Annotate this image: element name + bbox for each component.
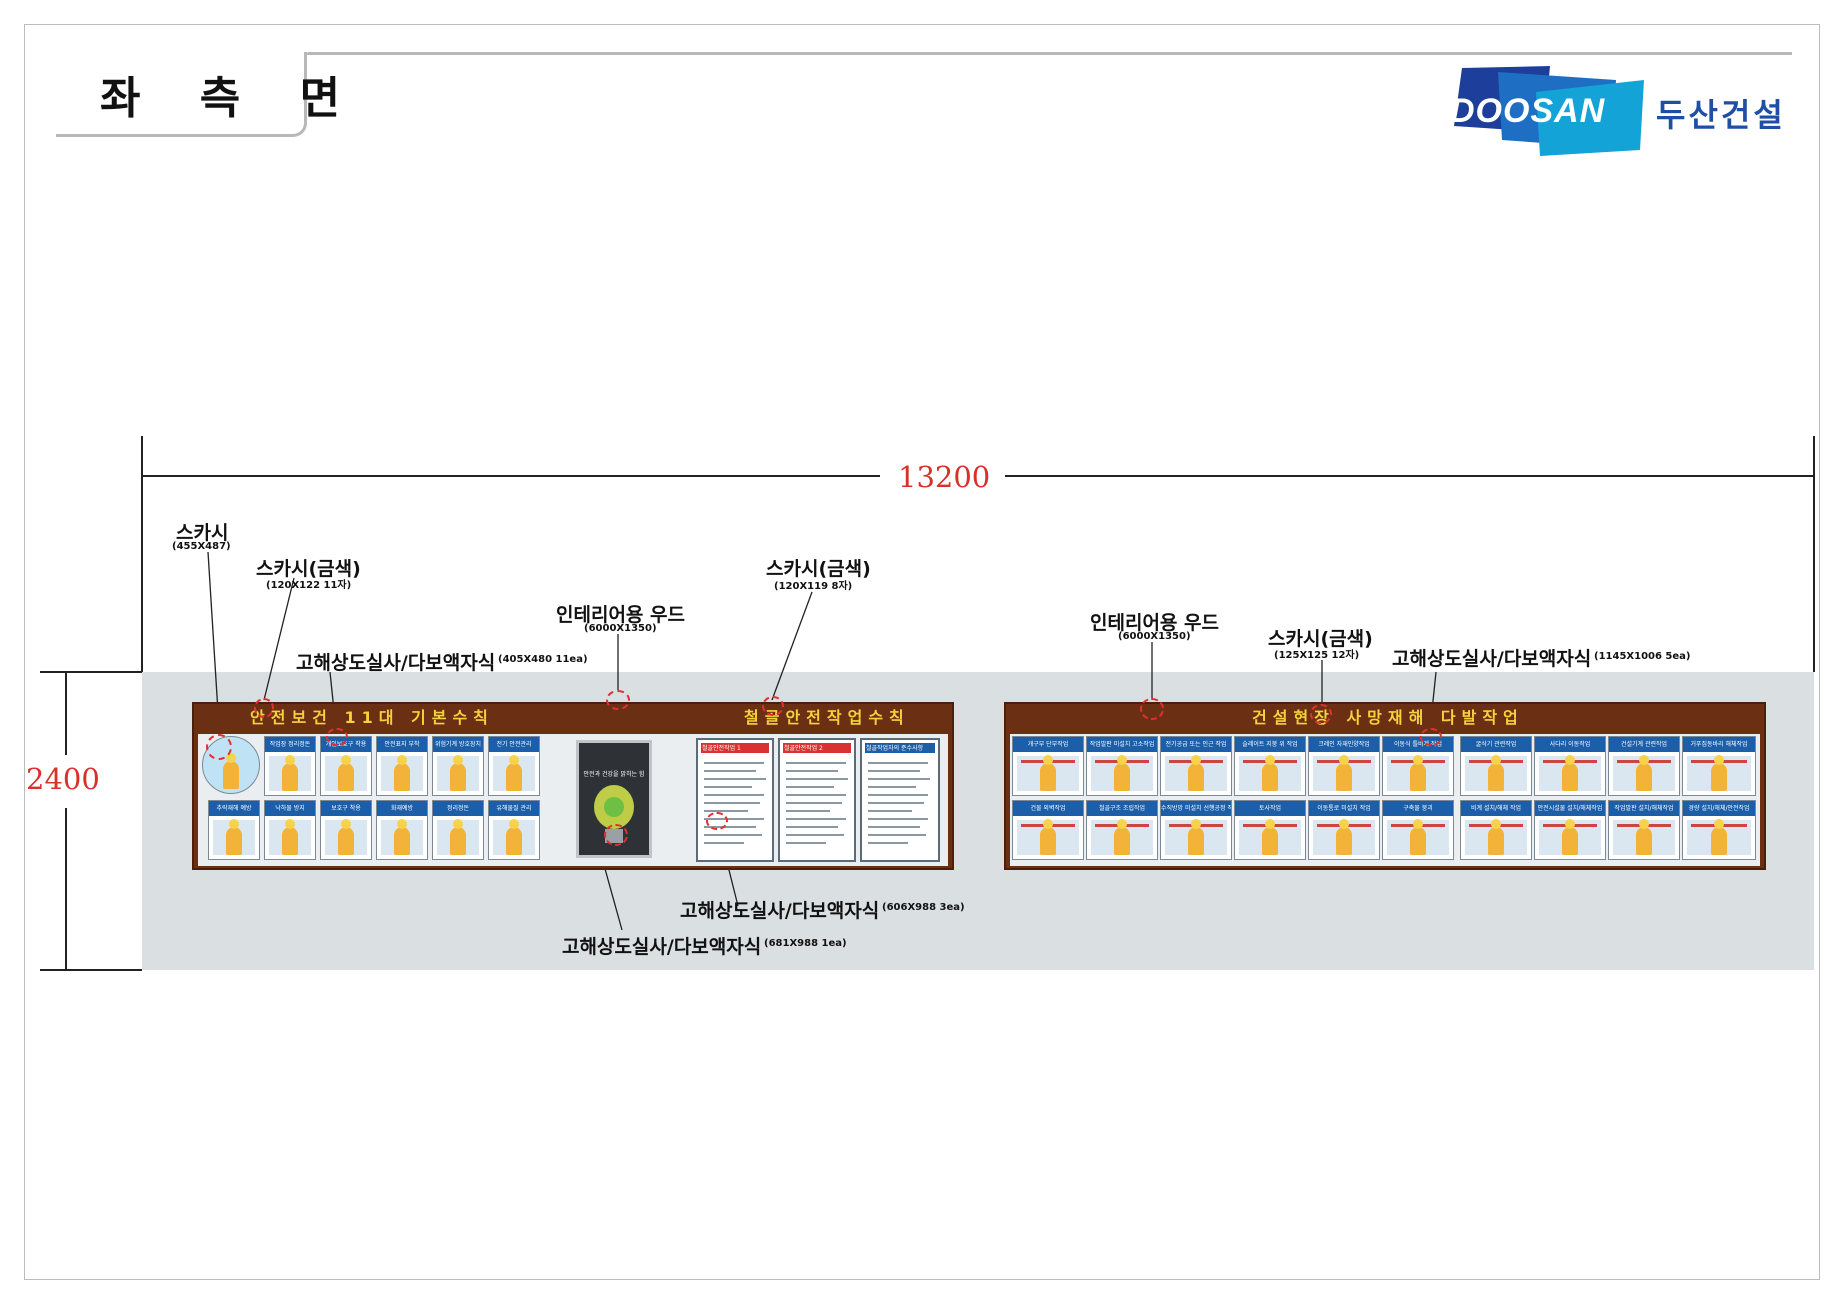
callout-print-bulb-spec: (681X988 1ea) — [764, 938, 847, 949]
callout-gold-letters-left-spec: (120X122 11자) — [266, 580, 352, 591]
hazard-poster: 전기공급 또는 인근 작업 — [1160, 736, 1232, 796]
hazard-poster: 비계 설치/해체 작업 — [1460, 800, 1532, 860]
doc-title: 철골작업자의 준수사항 — [866, 745, 924, 752]
poster-caption: 화재예방 — [377, 801, 427, 816]
safety-poster: 유해물질 관리 — [488, 800, 540, 860]
hazard-poster: 이동식 틀비계 작업 — [1382, 736, 1454, 796]
poster-caption: 수직방망 미설치 선행공정 작업 — [1161, 801, 1231, 816]
poster-caption: 안전시설물 설치/해체작업 — [1535, 801, 1605, 816]
left-board-title-a: 안전보건 11대 기본수칙 — [250, 708, 494, 727]
callout-marker — [762, 696, 784, 716]
callout-print-left: 고해상도실사/다보액자식 — [296, 652, 496, 674]
poster-caption: 굴삭기 관련작업 — [1461, 737, 1531, 752]
callout-print-docs: 고해상도실사/다보액자식 — [680, 900, 880, 922]
poster-caption: 건설기계 관련작업 — [1609, 737, 1679, 752]
hazard-poster: 작업발판 설치/해체작업 — [1608, 800, 1680, 860]
poster-caption: 경량 설치/해체/안전작업 — [1683, 801, 1755, 816]
callout-print-docs-spec: (606X988 3ea) — [882, 902, 965, 913]
steel-safety-doc: 철골안전작업 1 — [696, 738, 774, 862]
poster-caption: 추락재해 예방 — [209, 801, 259, 816]
safety-poster: 전기 안전관리 — [488, 736, 540, 796]
poster-caption: 개구부 단부작업 — [1013, 737, 1083, 752]
poster-caption: 작업발판 미설치 고소작업 — [1087, 737, 1157, 752]
steel-safety-doc: 철골작업자의 준수사항 — [860, 738, 940, 862]
poster-caption: 작업발판 설치/해체작업 — [1609, 801, 1679, 816]
hazard-poster: 토사작업 — [1234, 800, 1306, 860]
poster-caption: 이동통로 미설치 작업 — [1309, 801, 1379, 816]
poster-caption: 슬레이트 지붕 위 작업 — [1235, 737, 1305, 752]
callout-print-right-spec: (1145X1006 5ea) — [1594, 651, 1691, 662]
right-board-title: 건설현장 사망재해 다발작업 — [1252, 708, 1524, 727]
hazard-poster: 개구부 단부작업 — [1012, 736, 1084, 796]
hazard-poster: 철골구조 조립작업 — [1086, 800, 1158, 860]
doc-title: 철골안전작업 1 — [702, 745, 741, 752]
hazard-poster: 굴삭기 관련작업 — [1460, 736, 1532, 796]
poster-caption: 위험기계 방호장치 — [433, 737, 483, 752]
callout-scaffold-sign-spec: (455X487) — [172, 541, 231, 552]
poster-caption: 유해물질 관리 — [489, 801, 539, 816]
callout-marker — [706, 812, 728, 830]
callout-print-bulb: 고해상도실사/다보액자식 — [562, 936, 762, 958]
poster-caption: 건물 외벽작업 — [1013, 801, 1083, 816]
poster-caption: 이동식 틀비계 작업 — [1383, 737, 1453, 752]
callout-marker — [606, 690, 630, 710]
hazard-poster: 경량 설치/해체/안전작업 — [1682, 800, 1756, 860]
callout-print-right: 고해상도실사/다보액자식 — [1392, 648, 1592, 670]
callout-wood-right-spec: (6000X1350) — [1118, 631, 1191, 642]
hazard-poster: 슬레이트 지붕 위 작업 — [1234, 736, 1306, 796]
safety-poster: 낙하물 방지 — [264, 800, 316, 860]
hazard-poster: 건설기계 관련작업 — [1608, 736, 1680, 796]
poster-caption: 작업장 정리정돈 — [265, 737, 315, 752]
callout-gold-letters-mid-spec: (120X119 8자) — [774, 581, 853, 592]
hazard-poster: 작업발판 미설치 고소작업 — [1086, 736, 1158, 796]
safety-poster: 개인보호구 착용 — [320, 736, 372, 796]
safety-poster: 정리정돈 — [432, 800, 484, 860]
poster-caption: 크레인 자재인양작업 — [1309, 737, 1379, 752]
poster-caption: 안전표지 부착 — [377, 737, 427, 752]
mascot-figure — [223, 753, 239, 789]
poster-caption: 보호구 착용 — [321, 801, 371, 816]
callout-marker — [206, 734, 232, 760]
safety-poster: 안전표지 부착 — [376, 736, 428, 796]
hazard-poster: 구축물 붕괴 — [1382, 800, 1454, 860]
poster-caption: 거푸집동바리 해체작업 — [1683, 737, 1755, 752]
callout-marker — [1140, 698, 1164, 720]
callout-marker — [1310, 704, 1332, 724]
doc-title: 철골안전작업 2 — [784, 745, 823, 752]
poster-caption: 구축물 붕괴 — [1383, 801, 1453, 816]
callout-marker — [1420, 728, 1442, 746]
callout-marker — [326, 728, 348, 746]
steel-safety-doc: 철골안전작업 2 — [778, 738, 856, 862]
width-dimension: 13200 — [898, 460, 991, 494]
safety-poster: 위험기계 방호장치 — [432, 736, 484, 796]
safety-poster: 화재예방 — [376, 800, 428, 860]
poster-caption: 토사작업 — [1235, 801, 1305, 816]
hazard-poster: 크레인 자재인양작업 — [1308, 736, 1380, 796]
poster-caption: 정리정돈 — [433, 801, 483, 816]
hazard-poster: 이동통로 미설치 작업 — [1308, 800, 1380, 860]
callout-marker — [254, 698, 274, 718]
poster-caption: 낙하물 방지 — [265, 801, 315, 816]
safety-poster: 보호구 착용 — [320, 800, 372, 860]
hazard-poster: 안전시설물 설치/해체작업 — [1534, 800, 1606, 860]
poster-caption: 전기공급 또는 인근 작업 — [1161, 737, 1231, 752]
callout-print-left-spec: (405X480 11ea) — [498, 654, 588, 665]
callout-marker — [604, 824, 628, 846]
callout-gold-letters-right-spec: (125X125 12자) — [1274, 650, 1360, 661]
poster-caption: 철골구조 조립작업 — [1087, 801, 1157, 816]
poster-caption: 사다리 이동작업 — [1535, 737, 1605, 752]
hazard-poster: 사다리 이동작업 — [1534, 736, 1606, 796]
callout-wood-left-spec: (6000X1350) — [584, 623, 657, 634]
poster-caption: 비계 설치/해체 작업 — [1461, 801, 1531, 816]
height-dimension: 2400 — [26, 762, 100, 796]
safety-poster: 작업장 정리정돈 — [264, 736, 316, 796]
poster-caption: 전기 안전관리 — [489, 737, 539, 752]
hazard-poster: 수직방망 미설치 선행공정 작업 — [1160, 800, 1232, 860]
hazard-poster: 거푸집동바리 해체작업 — [1682, 736, 1756, 796]
safety-poster: 추락재해 예방 — [208, 800, 260, 860]
hazard-poster: 건물 외벽작업 — [1012, 800, 1084, 860]
